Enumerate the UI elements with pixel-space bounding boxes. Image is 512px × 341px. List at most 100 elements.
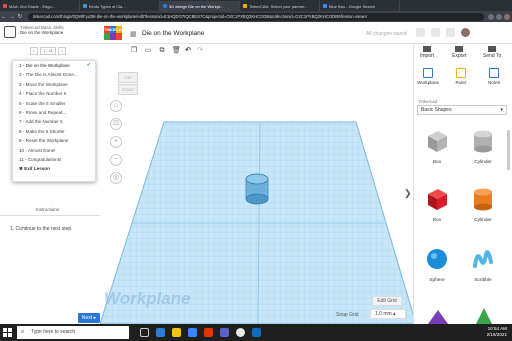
design-grid-icon[interactable]: ▦	[130, 30, 138, 38]
url-field[interactable]: tinkercad.com/things/0QWlFyx28i-die-on-t…	[28, 12, 484, 21]
lesson-step-item[interactable]: 4 - Place the Number 5	[13, 89, 95, 98]
lesson-step-item[interactable]: 10 - Almost Done!	[13, 146, 95, 155]
shape-box-gray[interactable]: Box	[417, 128, 457, 173]
grid-view-icon[interactable]	[416, 28, 425, 37]
box-icon	[428, 189, 447, 210]
forward-icon[interactable]: →	[8, 14, 16, 20]
shape-box-red[interactable]: Box	[417, 186, 457, 231]
extension-icon[interactable]	[488, 13, 494, 20]
office-icon[interactable]	[204, 328, 213, 337]
scribble-icon	[473, 250, 493, 268]
shape-library-label: Tinkercad	[418, 99, 438, 104]
undo-icon[interactable]: ↶	[184, 47, 192, 55]
export-button[interactable]: Export	[452, 46, 466, 59]
reload-icon[interactable]: ↻	[16, 13, 24, 20]
workplane-label: Workplane	[417, 80, 439, 85]
paste-icon[interactable]: ▭	[144, 47, 152, 55]
instructions-tab[interactable]: Instructions	[36, 207, 59, 212]
roof-shape-icon[interactable]	[426, 306, 450, 324]
workplane-grid[interactable]: Workplane	[100, 58, 416, 324]
shape-label: Cylinder	[474, 218, 492, 223]
lesson-step-item[interactable]: 8 - Make the 6 Shorter	[13, 127, 95, 136]
browser-tab[interactable]: MAA: 2nd Grade - Edgu...	[0, 1, 80, 11]
zoom-in-icon[interactable]: +	[110, 136, 122, 148]
tab-favicon-icon	[83, 4, 87, 8]
exit-lesson-item[interactable]: ✖ Exit Lesson	[13, 164, 95, 173]
view-controls: ⌂ ⊡ + − ◎	[110, 100, 124, 190]
collapse-panel-icon[interactable]: ❯	[404, 188, 412, 199]
shape-cylinder-orange[interactable]: Cylinder	[463, 186, 503, 231]
notes-label: Notes	[487, 80, 500, 85]
profile-avatar[interactable]	[504, 13, 510, 20]
home-view-icon[interactable]: ⌂	[110, 100, 122, 112]
export-label: Export	[452, 53, 467, 59]
snap-grid-select[interactable]: 1.0 mm ▴	[370, 309, 406, 319]
lesson-step-item[interactable]: 5 - Scale the 5 Smaller	[13, 99, 95, 108]
redo-icon[interactable]: ↷	[196, 47, 204, 55]
design-title[interactable]: Die on the Workplane	[142, 30, 204, 37]
cone-shape-icon[interactable]	[472, 306, 496, 324]
tab-label: Kinds Types of Cla...	[89, 3, 126, 9]
step-label: 1 - Die on the Workplane	[19, 63, 70, 68]
taskbar-search-input[interactable]: ⌕ Type here to search	[17, 326, 129, 339]
shape-scribble[interactable]: Scribble	[463, 246, 503, 291]
windows-start-icon[interactable]	[3, 328, 12, 337]
ruler-button[interactable]: Ruler	[447, 68, 475, 88]
cylinder-icon	[474, 188, 492, 211]
browser-tab-active[interactable]: 3D design Die on the Workpl...	[160, 1, 240, 11]
file-explorer-icon[interactable]	[172, 328, 181, 337]
workplane-button[interactable]: Workplane	[414, 68, 442, 88]
windows-taskbar: ⌕ Type here to search 10:54 AM 2/16/2021	[0, 324, 512, 341]
view-cube-front[interactable]: FRONT	[118, 84, 138, 95]
blocks-icon[interactable]	[446, 28, 455, 37]
lesson-step-item[interactable]: 9 - Reset the Workplane	[13, 136, 95, 145]
back-icon[interactable]: ←	[0, 14, 8, 20]
import-button[interactable]: Import	[420, 46, 434, 59]
shape-sphere-blue[interactable]: Sphere	[417, 246, 457, 291]
hammer-icon[interactable]	[431, 28, 440, 37]
cylinder-shape[interactable]	[245, 173, 269, 205]
export-icon	[455, 46, 464, 52]
browser-tab[interactable]: Kinds Types of Cla...	[80, 1, 160, 11]
perspective-icon[interactable]: ◎	[110, 172, 122, 184]
browser-tab-bar: MAA: 2nd Grade - Edgu... Kinds Types of …	[0, 0, 512, 11]
delete-icon[interactable]: 🗑	[172, 47, 181, 55]
browser-tab[interactable]: TinkerCAD: Select your partner...	[240, 1, 320, 11]
lesson-step-item[interactable]: 1 - Die on the Workplane ✔	[13, 61, 95, 70]
send-to-button[interactable]: Send To	[483, 46, 501, 59]
taskbar-clock[interactable]: 10:54 AM 2/16/2021	[462, 326, 507, 338]
store-icon[interactable]	[188, 328, 197, 337]
lesson-step-item[interactable]: 2 - The Die Is Almost Done...	[13, 70, 95, 79]
clock-date: 2/16/2021	[486, 332, 507, 337]
notes-button[interactable]: Notes	[480, 68, 508, 88]
lesson-step-item[interactable]: 3 - Move the Workplane	[13, 80, 95, 89]
edit-grid-button[interactable]: Edit Grid	[372, 296, 402, 306]
lesson-step-item[interactable]: 11 - Congratulations!	[13, 155, 95, 164]
view-cube[interactable]: TOP FRONT	[118, 72, 138, 96]
task-view-icon[interactable]	[140, 328, 149, 337]
teams-icon[interactable]	[220, 328, 229, 337]
extension-icon[interactable]	[496, 13, 502, 20]
duplicate-icon[interactable]: ⧉	[158, 47, 166, 55]
browser-address-bar: ← → ↻ tinkercad.com/things/0QWlFyx28i-di…	[0, 11, 512, 22]
copy-icon[interactable]: ❐	[130, 47, 138, 55]
user-avatar[interactable]	[461, 28, 470, 37]
fit-view-icon[interactable]: ⊡	[110, 118, 122, 130]
tinkercad-logo[interactable]: TIN KER CAD	[104, 26, 125, 40]
browser-tab[interactable]: Blue Box - Google Search	[320, 1, 400, 11]
shape-library-select[interactable]: Basic Shapes ▾	[417, 105, 507, 115]
3d-workspace[interactable]: Workplane TOP FRONT ⌂ ⊡ + − ◎ Edit Grid …	[100, 58, 416, 324]
view-cube-top[interactable]: TOP	[118, 72, 138, 83]
lesson-step-item[interactable]: 6 - Rinse and Repeat...	[13, 108, 95, 117]
tab-favicon-icon	[243, 4, 247, 8]
panel-scrollbar[interactable]	[507, 130, 510, 170]
edge-icon[interactable]	[156, 328, 165, 337]
lesson-step-item[interactable]: 7 - Add the Number 6	[13, 117, 95, 126]
chrome-icon[interactable]	[236, 328, 245, 337]
lesson-name: Die on the Workplane	[20, 30, 64, 35]
zoom-out-icon[interactable]: −	[110, 154, 122, 166]
next-button[interactable]: Next ▸	[78, 313, 100, 323]
shape-cylinder-gray[interactable]: Cylinder	[463, 128, 503, 173]
zoom-icon[interactable]	[252, 328, 261, 337]
school-crest-icon	[4, 26, 16, 38]
